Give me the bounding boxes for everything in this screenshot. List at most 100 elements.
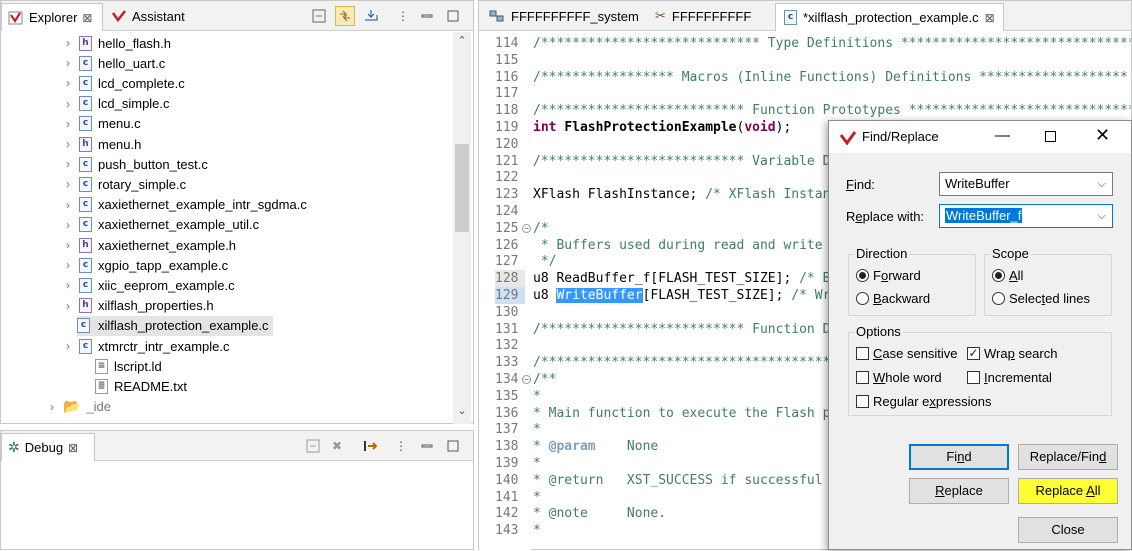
code-line[interactable]: /**************************** Type Defin… (533, 35, 1131, 52)
code-line[interactable]: */ (533, 253, 557, 270)
replace-find-button[interactable]: Replace/Find (1018, 444, 1118, 470)
minimize-icon[interactable] (417, 6, 437, 26)
chevron-right-icon[interactable]: › (63, 177, 73, 191)
code-line[interactable]: /************************** Function D (533, 321, 830, 338)
view-menu-icon[interactable]: ⋮ (393, 6, 413, 26)
code-line[interactable]: * (533, 489, 541, 506)
code-line[interactable]: u8 WriteBuffer[FLASH_TEST_SIZE]; /* Wr (533, 287, 830, 304)
chevron-right-icon[interactable]: › (47, 400, 57, 414)
forward-radio[interactable]: Forward (856, 268, 921, 283)
chevron-right-icon[interactable]: › (63, 198, 73, 212)
chevron-right-icon[interactable]: › (63, 218, 73, 232)
tab-assistant[interactable]: Assistant (105, 3, 191, 29)
chevron-right-icon[interactable]: › (63, 117, 73, 131)
link-with-editor-icon[interactable] (335, 6, 355, 26)
find-combo[interactable]: WriteBuffer ⌵ (939, 172, 1113, 196)
find-button[interactable]: Find (909, 444, 1009, 470)
code-line[interactable]: * @param None (533, 438, 658, 455)
code-line[interactable]: XFlash FlashInstance; /* XFlash Instan (533, 186, 830, 203)
incremental-checkbox[interactable]: Incremental (967, 370, 1052, 385)
chevron-right-icon[interactable]: › (63, 299, 73, 313)
close-button[interactable]: Close (1018, 517, 1118, 543)
tab-project[interactable]: ✂ FFFFFFFFFF (647, 3, 759, 29)
close-icon[interactable]: ✕ (1095, 125, 1110, 146)
tree-item[interactable]: › c xiic_eeprom_example.c (63, 275, 235, 295)
chevron-down-icon[interactable]: ⌵ (1098, 173, 1106, 195)
code-line[interactable]: int FlashProtectionExample(void); (533, 119, 791, 136)
scroll-down-icon[interactable]: ⌄ (453, 404, 471, 420)
explorer-scroll-thumb[interactable] (455, 144, 469, 232)
tree-folder-ide[interactable]: › 📂 _ide (47, 397, 111, 417)
close-icon[interactable]: ⊠ (68, 441, 78, 455)
tree-item[interactable]: › c xaxiethernet_example_util.c (63, 215, 259, 235)
chevron-right-icon[interactable]: › (63, 56, 73, 70)
tree-item[interactable]: › c lcd_simple.c (63, 94, 170, 114)
tree-item[interactable]: › h menu.h (63, 134, 141, 154)
close-icon[interactable]: ⊠ (985, 11, 995, 25)
chevron-right-icon[interactable]: › (63, 36, 73, 50)
code-line[interactable]: * Buffers used during read and write (533, 237, 823, 254)
code-line[interactable]: /************************** Function Pro… (533, 102, 1131, 119)
tree-item[interactable]: › c xtmrctr_intr_example.c (63, 336, 229, 356)
code-line[interactable]: /************************** Variable D (533, 153, 830, 170)
code-line[interactable]: * @return XST_SUCCESS if successful (533, 472, 823, 489)
scope-selected-lines-radio[interactable]: Selected lines (992, 291, 1090, 306)
maximize-icon[interactable] (443, 6, 463, 26)
replace-combo[interactable]: WriteBuffer_f ⌵ (939, 204, 1113, 228)
view-menu-icon[interactable]: ⋮ (391, 436, 411, 456)
backward-radio[interactable]: Backward (856, 291, 930, 306)
code-line[interactable]: /* (533, 220, 549, 237)
remove-terminated-icon[interactable]: ✖ (327, 436, 347, 456)
tree-item[interactable]: › h xaxiethernet_example.h (63, 235, 236, 255)
chevron-down-icon[interactable]: ⌵ (1098, 205, 1106, 227)
close-icon[interactable]: ⊠ (82, 11, 92, 25)
tab-xilflash-protection[interactable]: c *xilflash_protection_example.c ⊠ (775, 3, 1004, 31)
import-icon[interactable] (361, 6, 381, 26)
tree-item[interactable]: › c menu.c (63, 114, 141, 134)
scope-all-radio[interactable]: All (992, 268, 1023, 283)
code-line[interactable]: * (533, 421, 541, 438)
case-sensitive-checkbox[interactable]: Case sensitive (856, 346, 958, 361)
code-line[interactable]: * (533, 522, 541, 539)
collapse-all-icon[interactable] (303, 436, 323, 456)
code-line[interactable]: /***************** Macros (Inline Functi… (533, 69, 1128, 86)
collapse-all-icon[interactable] (309, 6, 329, 26)
regex-checkbox[interactable]: Regular expressions (856, 394, 992, 409)
tree-item[interactable]: › h xilflash_properties.h (63, 296, 214, 316)
tab-explorer[interactable]: Explorer ⊠ (1, 3, 103, 31)
chevron-right-icon[interactable]: › (63, 238, 73, 252)
tab-system[interactable]: FFFFFFFFFF_system (481, 3, 647, 29)
chevron-right-icon[interactable]: › (63, 278, 73, 292)
code-line[interactable]: * @note None. (533, 505, 666, 522)
code-line[interactable]: * (533, 388, 541, 405)
code-line[interactable]: u8 ReadBuffer_f[FLASH_TEST_SIZE]; /* B (533, 270, 830, 287)
chevron-right-icon[interactable]: › (63, 258, 73, 272)
tree-item[interactable]: › c xaxiethernet_example_intr_sgdma.c (63, 195, 307, 215)
scroll-up-icon[interactable]: ⌃ (453, 34, 471, 50)
maximize-icon[interactable] (443, 436, 463, 456)
tree-item[interactable]: ≣ README.txt (79, 376, 187, 396)
fold-toggle-icon[interactable]: − (522, 375, 531, 384)
wrap-search-checkbox[interactable]: ✓ Wrap search (967, 346, 1057, 361)
tree-item[interactable]: › h hello_flash.h (63, 33, 171, 53)
code-line[interactable]: /** (533, 371, 556, 388)
replace-all-button[interactable]: Replace All (1018, 478, 1118, 504)
maximize-icon[interactable] (1045, 131, 1056, 142)
tree-item[interactable]: › c push_button_test.c (63, 154, 208, 174)
chevron-right-icon[interactable]: › (63, 76, 73, 90)
tree-item[interactable]: › c rotary_simple.c (63, 174, 186, 194)
code-line[interactable]: * (533, 455, 541, 472)
tree-item[interactable]: › c xgpio_tapp_example.c (63, 255, 228, 275)
minimize-icon[interactable] (417, 436, 437, 456)
fold-toggle-icon[interactable]: − (522, 223, 531, 233)
chevron-right-icon[interactable]: › (63, 157, 73, 171)
chevron-right-icon[interactable]: › (63, 137, 73, 151)
minimize-icon[interactable]: — (995, 127, 1010, 144)
tree-item[interactable]: c xilflash_protection_example.c (77, 315, 273, 336)
whole-word-checkbox[interactable]: Whole word (856, 370, 942, 385)
chevron-right-icon[interactable]: › (63, 339, 73, 353)
tree-item[interactable]: › c lcd_complete.c (63, 73, 185, 93)
explorer-scrollbar[interactable]: ⌃ ⌄ (453, 32, 471, 424)
tree-item[interactable]: ≡ lscript.ld (79, 356, 162, 376)
code-line[interactable]: * Main function to execute the Flash p (533, 405, 830, 422)
